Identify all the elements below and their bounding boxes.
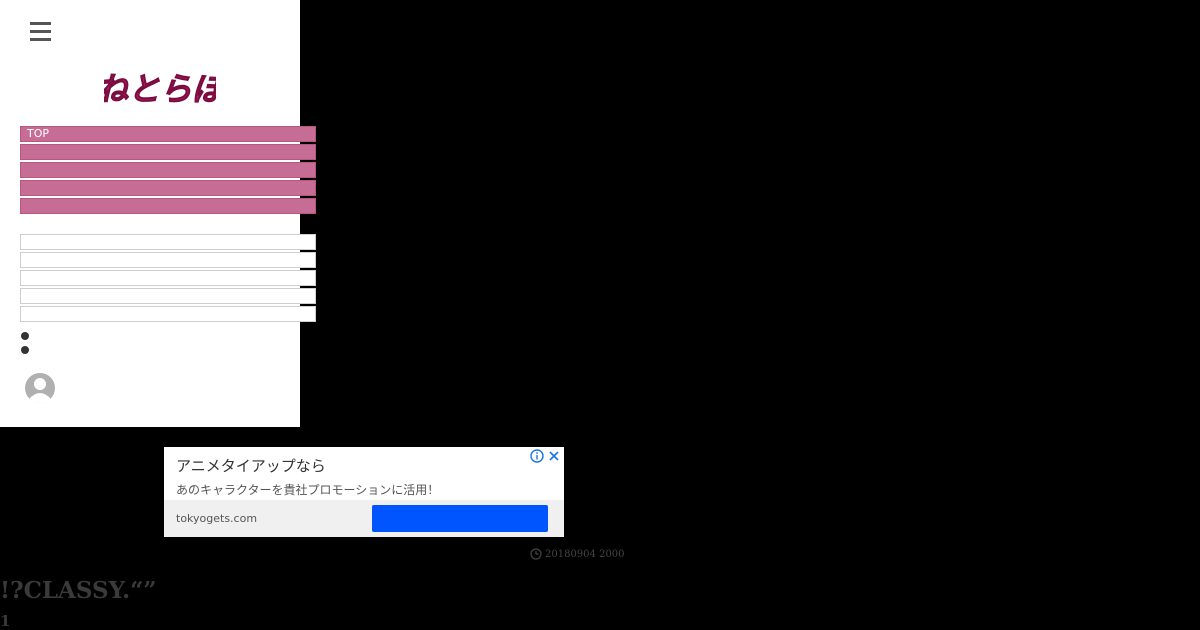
sub-nav-item[interactable]	[20, 234, 316, 250]
clock-icon	[530, 548, 542, 560]
sub-nav-item[interactable]	[20, 288, 316, 304]
nav-item-top[interactable]: TOP	[20, 126, 316, 142]
sub-nav-item[interactable]	[20, 270, 316, 286]
svg-text:ねとらぼ: ねとらぼ	[104, 70, 216, 108]
hamburger-menu-icon[interactable]	[30, 22, 51, 44]
nav-item[interactable]	[20, 198, 316, 214]
nav-item[interactable]	[20, 180, 316, 196]
close-icon[interactable]	[548, 450, 560, 462]
main-nav: TOP	[20, 126, 316, 216]
ad-footer: tokyogets.com	[164, 500, 564, 537]
bullet-icon	[21, 346, 29, 354]
ad-cta-button[interactable]	[372, 505, 548, 532]
page-number: 1	[0, 612, 11, 630]
sub-nav-item[interactable]	[20, 252, 316, 268]
ad-description: あのキャラクターを貴社プロモーションに活用！	[176, 483, 440, 497]
ad-title[interactable]: アニメタイアップなら	[176, 455, 326, 476]
ad-domain[interactable]: tokyogets.com	[176, 512, 257, 525]
dot-list	[21, 332, 29, 360]
nav-item[interactable]	[20, 144, 316, 160]
nav-item[interactable]	[20, 162, 316, 178]
date-text: 20180904 2000	[545, 548, 625, 560]
ad-controls	[530, 449, 560, 463]
info-icon[interactable]	[530, 449, 544, 463]
side-drawer: ねとらぼ TOP	[0, 0, 316, 427]
sub-nav	[20, 234, 316, 324]
user-avatar-icon[interactable]	[25, 373, 55, 403]
bullet-icon	[21, 332, 29, 340]
article-date: 20180904 2000	[530, 548, 625, 560]
site-logo[interactable]: ねとらぼ	[104, 66, 216, 114]
article-headline[interactable]: !?CLASSY.“”	[0, 577, 157, 604]
sub-nav-item[interactable]	[20, 306, 316, 322]
ad-banner[interactable]: アニメタイアップなら あのキャラクターを貴社プロモーションに活用！ tokyog…	[164, 447, 564, 537]
